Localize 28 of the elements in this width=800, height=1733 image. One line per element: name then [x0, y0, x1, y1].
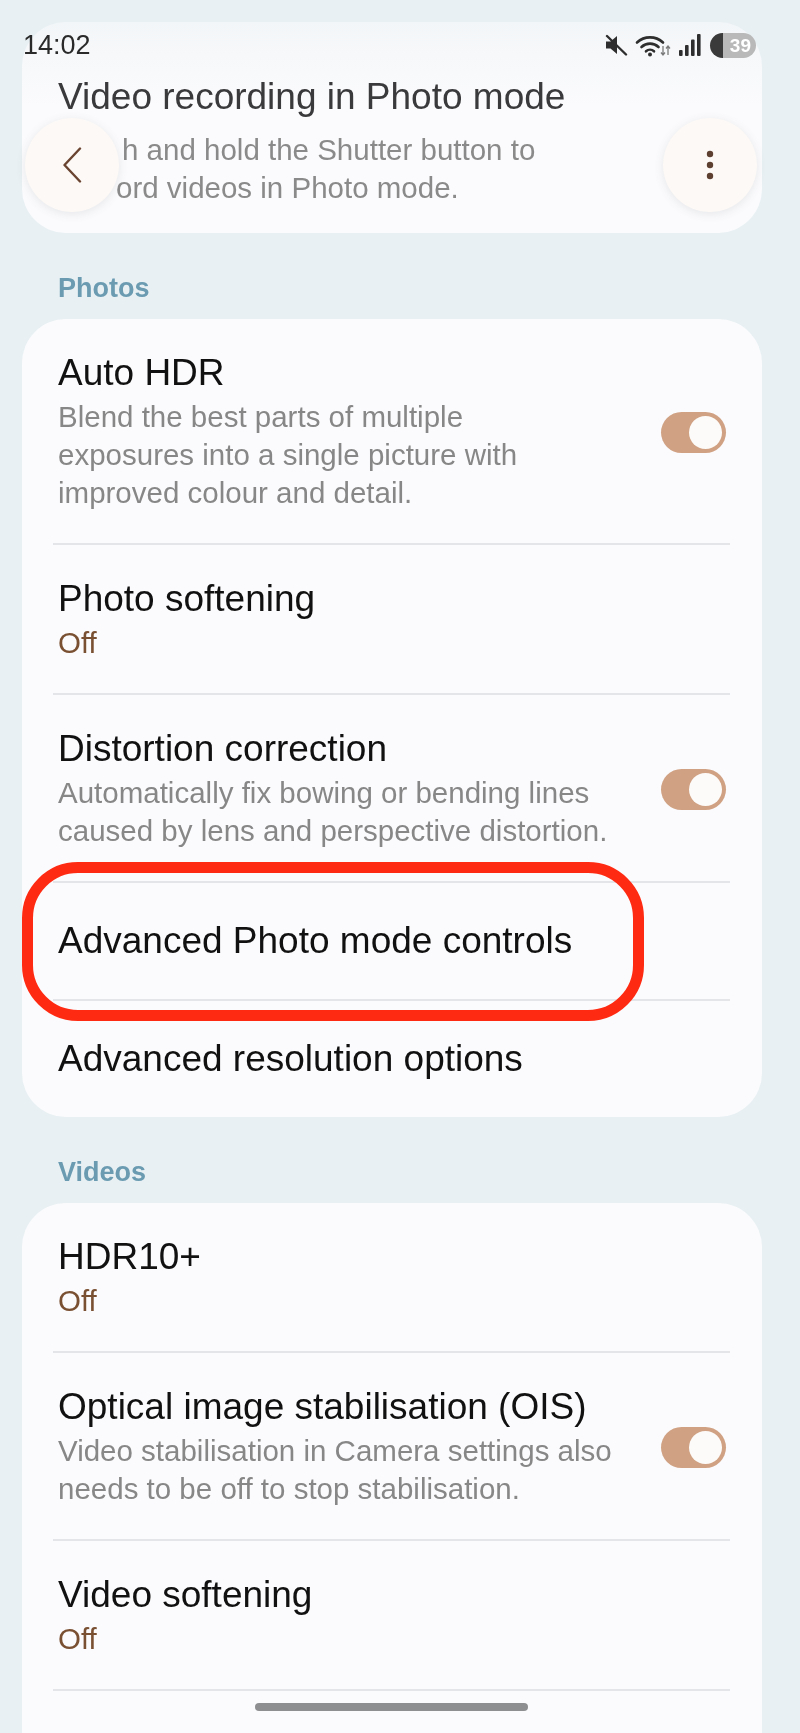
item-value: Off — [58, 1621, 98, 1657]
toggle-switch[interactable] — [661, 768, 726, 810]
wifi-icon — [635, 33, 672, 57]
item-description: Video stabilisation in Camera settings also needs to be off to stop stabilisation. — [58, 1433, 613, 1507]
item-title[interactable]: Auto HDR — [58, 352, 649, 394]
section-header: Videos — [58, 1156, 148, 1188]
back-icon — [62, 147, 82, 183]
item-title[interactable]: Distortion correction — [58, 728, 649, 770]
item-title[interactable]: Video recording in Photo mode — [58, 76, 726, 118]
item-description: Blend the best parts of multiple exposures into a single picture with improved colour and detail. — [58, 399, 519, 511]
item-title[interactable]: HDR10+ — [58, 1236, 726, 1278]
mute-icon — [604, 34, 628, 56]
item-title[interactable]: Video softening — [58, 1574, 726, 1616]
item-value: Off — [58, 625, 98, 661]
section-header: Photos — [58, 272, 151, 304]
item-description: Automatically fix bowing or bending lines caused by lens and perspective distortion. — [58, 775, 609, 849]
item-title[interactable]: Advanced Photo mode controls — [58, 920, 726, 962]
toggle-switch[interactable] — [661, 411, 726, 453]
toggle-switch[interactable] — [661, 1426, 726, 1468]
item-description: h and hold the Shutter button to — [122, 132, 536, 168]
item-description: ord videos in Photo mode. — [116, 170, 459, 206]
signal-icon — [678, 33, 702, 57]
status-time: 14:02 — [23, 29, 91, 61]
item-title[interactable]: Optical image stabilisation (OIS) — [58, 1386, 649, 1428]
item-value: Off — [58, 1283, 98, 1319]
more-icon — [706, 150, 714, 180]
item-title[interactable]: Photo softening — [58, 578, 726, 620]
item-title[interactable]: Advanced resolution options — [58, 1038, 726, 1080]
